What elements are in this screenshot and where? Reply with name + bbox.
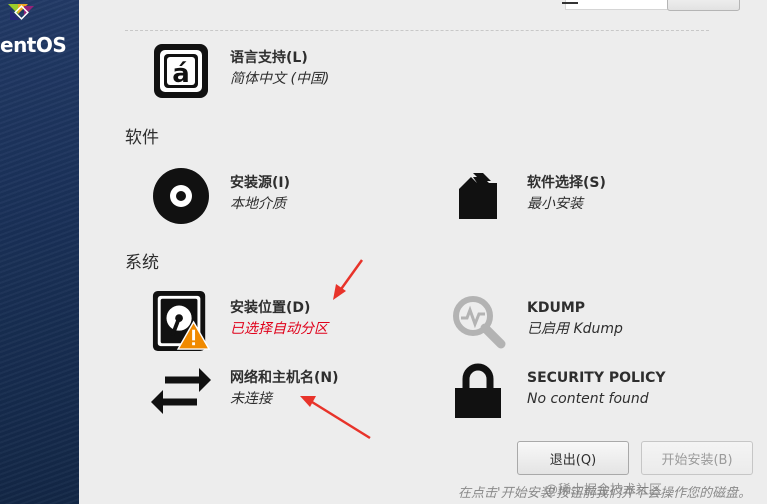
spoke-network-hostname[interactable]: 网络和主机名(N) 未连接 xyxy=(151,361,339,421)
spoke-status: 最小安装 xyxy=(527,196,583,212)
spoke-title: 软件选择(S) xyxy=(527,175,606,191)
disc-icon xyxy=(151,166,211,226)
spoke-title: 语言支持(L) xyxy=(230,50,308,66)
section-divider xyxy=(125,30,709,31)
spoke-software-selection[interactable]: 软件选择(S) 最小安装 xyxy=(448,166,606,226)
section-title-system: 系统 xyxy=(125,253,159,273)
spoke-status: No content found xyxy=(527,391,649,407)
section-title-software: 软件 xyxy=(125,128,159,148)
spoke-title: 安装源(I) xyxy=(230,175,291,191)
keyboard-icon xyxy=(562,2,578,4)
svg-text:á: á xyxy=(172,59,190,89)
spoke-title: SECURITY POLICY xyxy=(527,370,666,386)
package-icon xyxy=(448,166,508,226)
spoke-status-warning: 已选择自动分区 xyxy=(230,321,328,337)
watermark: @稀土掘金技术社区 xyxy=(545,483,663,498)
quit-button[interactable]: 退出(Q) xyxy=(517,441,629,475)
logo-text: entOS xyxy=(0,33,67,57)
centos-logo-icon xyxy=(8,4,34,20)
lock-icon xyxy=(448,361,508,421)
sidebar-texture xyxy=(0,0,79,504)
spoke-security-policy[interactable]: SECURITY POLICY No content found xyxy=(448,361,666,421)
kdump-search-icon xyxy=(448,291,508,351)
network-arrows-icon xyxy=(151,361,211,421)
help-button[interactable] xyxy=(667,0,740,11)
spoke-language-support[interactable]: á 语言支持(L) 简体中文 (中国) xyxy=(151,41,329,101)
installation-summary-panel: á 语言支持(L) 简体中文 (中国) 软件 安装源(I) 本地介质 软件选择(… xyxy=(79,0,767,504)
spoke-status: 未连接 xyxy=(230,391,272,407)
spoke-kdump[interactable]: KDUMP 已启用 Kdump xyxy=(448,291,623,351)
spoke-status: 已启用 Kdump xyxy=(527,321,623,337)
spoke-title: KDUMP xyxy=(527,300,586,316)
spoke-install-source[interactable]: 安装源(I) 本地介质 xyxy=(151,166,290,226)
spoke-install-destination[interactable]: 安装位置(D) 已选择自动分区 xyxy=(151,291,328,351)
sidebar: entOS xyxy=(0,0,79,504)
spoke-title: 网络和主机名(N) xyxy=(230,370,339,386)
spoke-title: 安装位置(D) xyxy=(230,300,311,316)
spoke-status: 本地介质 xyxy=(230,196,286,212)
hard-drive-warning-icon xyxy=(151,291,211,351)
spoke-status: 简体中文 (中国) xyxy=(230,71,330,87)
language-icon: á xyxy=(151,41,211,101)
begin-installation-button[interactable]: 开始安装(B) xyxy=(641,441,753,475)
